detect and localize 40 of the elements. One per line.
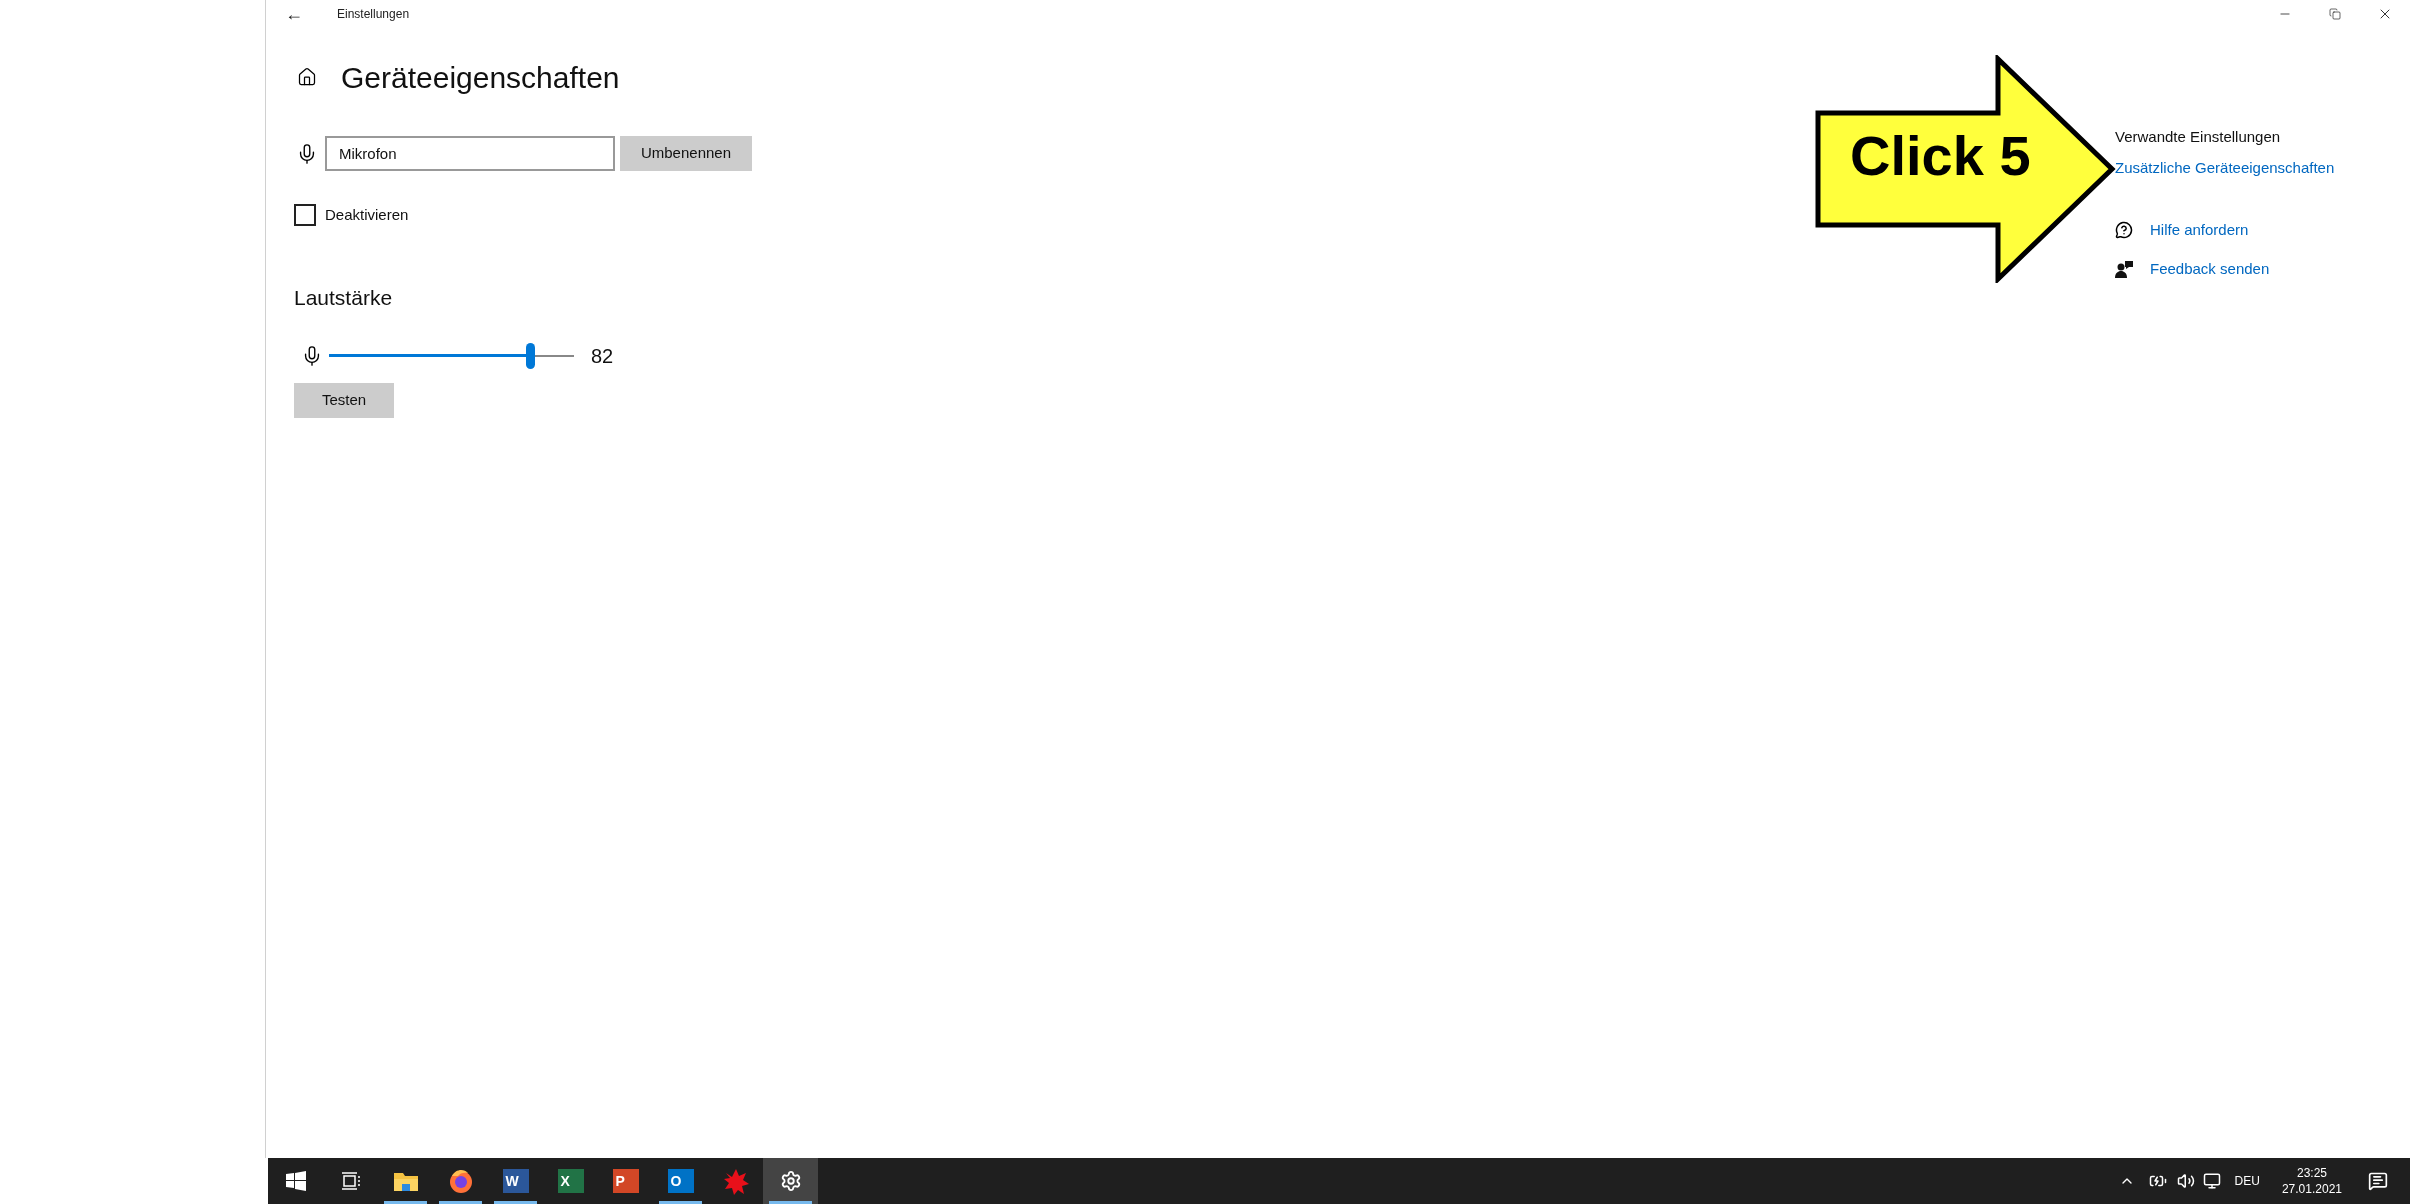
language-indicator[interactable]: DEU xyxy=(2234,1172,2260,1190)
feedback-icon xyxy=(2115,259,2133,278)
notification-icon[interactable] xyxy=(2368,1171,2388,1191)
checkbox[interactable] xyxy=(294,204,316,227)
window-title: Einstellungen xyxy=(337,6,410,23)
windows-logo-icon xyxy=(285,1171,306,1191)
network-icon[interactable] xyxy=(2202,1172,2221,1190)
slider-thumb[interactable] xyxy=(525,343,535,369)
office-app-icon: X xyxy=(557,1169,584,1193)
taskbar-button[interactable]: W xyxy=(488,1158,543,1204)
restore-icon xyxy=(2329,8,2341,20)
taskbar-button[interactable] xyxy=(763,1158,818,1204)
help-link[interactable]: Hilfe anfordern xyxy=(2150,219,2249,242)
taskbar-button[interactable]: O xyxy=(653,1158,708,1204)
volume-value: 82 xyxy=(591,344,614,369)
gear-icon xyxy=(779,1170,802,1192)
taskbar-button[interactable]: P xyxy=(598,1158,653,1204)
taskbar-button[interactable]: X xyxy=(543,1158,598,1204)
volume-slider[interactable] xyxy=(329,343,574,369)
home-icon[interactable] xyxy=(297,67,317,87)
help-icon xyxy=(2115,221,2133,240)
task-view-icon xyxy=(340,1172,361,1190)
office-app-icon: P xyxy=(612,1169,639,1193)
test-button[interactable]: Testen xyxy=(294,383,394,418)
checkbox-label: Deaktivieren xyxy=(325,205,409,225)
office-app-icon: O xyxy=(667,1169,694,1193)
callout-label: Click 5 xyxy=(1850,128,2031,184)
name-input[interactable]: Mikrofon xyxy=(325,136,615,171)
related-heading: Verwandte Einstellungen xyxy=(2115,127,2282,147)
page-title: Geräteeigenschaften xyxy=(341,59,620,96)
rename-button[interactable]: Umbenennen xyxy=(620,136,752,171)
device-properties-link[interactable]: Zusätzliche Geräteeigenschaften xyxy=(2115,156,2360,179)
clock[interactable]: 23:25 27.01.2021 xyxy=(2281,1165,2342,1197)
help-link[interactable]: Feedback senden xyxy=(2150,257,2270,280)
folder-icon xyxy=(392,1170,419,1192)
volume-icon[interactable] xyxy=(2176,1172,2195,1190)
browser-icon xyxy=(447,1168,474,1194)
office-app-icon: W xyxy=(502,1169,529,1193)
back-button[interactable]: ← xyxy=(284,5,304,23)
section-heading: Lautstärke xyxy=(294,284,394,311)
